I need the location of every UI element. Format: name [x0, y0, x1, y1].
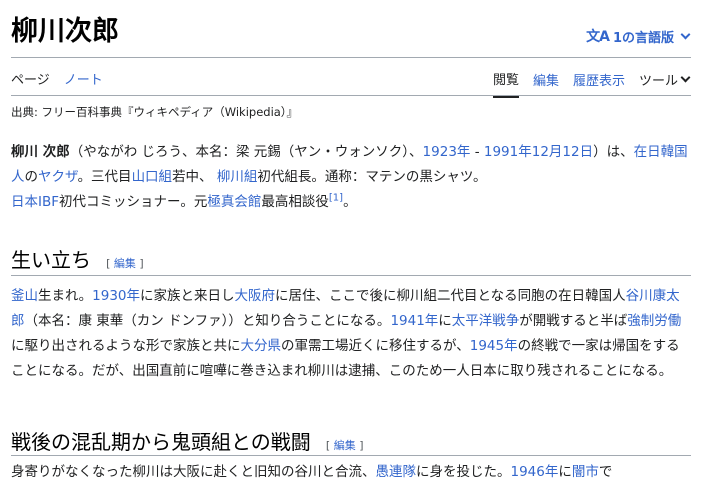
link-forced-labor[interactable]: 強制労働 [627, 313, 681, 329]
link-1930[interactable]: 1930年 [92, 288, 140, 304]
postwar-paragraph: 身寄りがなくなった柳川は大阪に赴くと旧知の谷川と合流、愚連隊に身を投じた。194… [11, 464, 613, 480]
tools-menu[interactable]: ツール [639, 70, 691, 97]
tab-talk[interactable]: ノート [64, 69, 103, 96]
link-busan[interactable]: 釜山 [11, 288, 38, 304]
link-pacific-war[interactable]: 太平洋戦争 [452, 313, 520, 329]
subject-name: 柳川 次郎 [11, 144, 70, 160]
page-tabs: ページ ノート 閲覧 編集 履歴表示 ツール [11, 66, 691, 98]
section-edit-link[interactable]: 編集 [114, 257, 136, 270]
link-death-date[interactable]: 1991年12月12日 [484, 144, 593, 160]
section-title: 戦後の混乱期から鬼頭組との戦闘 [11, 430, 311, 454]
tab-read[interactable]: 閲覧 [492, 69, 519, 98]
link-yamaguchi-gumi[interactable]: 山口組 [132, 169, 173, 185]
section-edit: [ 編集 ] [106, 257, 144, 270]
reference-link[interactable]: [1] [329, 193, 343, 204]
early-life-paragraph: 釜山生まれ。1930年に家族と来日し大阪府に居住、ここで後に柳川組二代目となる同… [11, 288, 682, 379]
link-black-market[interactable]: 闇市 [572, 464, 599, 480]
source-line: 出典: フリー百科事典『ウィキペディア（Wikipedia）』 [11, 105, 299, 119]
link-1945[interactable]: 1945年 [470, 338, 518, 354]
tools-menu-label: ツール [638, 74, 678, 89]
language-button-label: 1の言語版 [612, 30, 674, 46]
translate-icon: 文A [586, 29, 610, 45]
section-heading-postwar: 戦後の混乱期から鬼頭組との戦闘 [ 編集 ] [11, 426, 691, 456]
tab-history[interactable]: 履歴表示 [573, 70, 625, 97]
section-edit-link[interactable]: 編集 [334, 439, 356, 452]
link-gurentai[interactable]: 愚連隊 [376, 464, 417, 480]
chevron-down-icon [680, 29, 691, 39]
intro-paragraph: 柳川 次郎（やながわ じろう、本名：梁 元錫（ヤン・ウォンソク）、1923年 -… [11, 144, 688, 210]
section-edit: [ 編集 ] [325, 439, 364, 452]
page-header: 柳川次郎 文A 1の言語版 [11, 12, 691, 58]
link-birth-year[interactable]: 1923年 [423, 144, 471, 160]
chevron-down-icon [680, 72, 691, 83]
link-kyokushin[interactable]: 極真会館 [207, 194, 261, 210]
link-1946[interactable]: 1946年 [511, 464, 559, 480]
tab-page[interactable]: ページ [11, 69, 50, 96]
link-oita[interactable]: 大分県 [241, 338, 282, 354]
tab-edit[interactable]: 編集 [533, 70, 559, 97]
language-button[interactable]: 文A 1の言語版 [586, 26, 691, 46]
section-heading-early-life: 生い立ち [ 編集 ] [11, 244, 691, 276]
link-yakuza[interactable]: ヤクザ [38, 169, 78, 185]
link-osaka[interactable]: 大阪府 [235, 288, 276, 304]
link-japan-ibf[interactable]: 日本IBF [11, 194, 59, 210]
link-1941[interactable]: 1941年 [390, 313, 438, 329]
link-yanagawa-gumi[interactable]: 柳川組 [217, 169, 258, 185]
section-title: 生い立ち [11, 248, 91, 272]
